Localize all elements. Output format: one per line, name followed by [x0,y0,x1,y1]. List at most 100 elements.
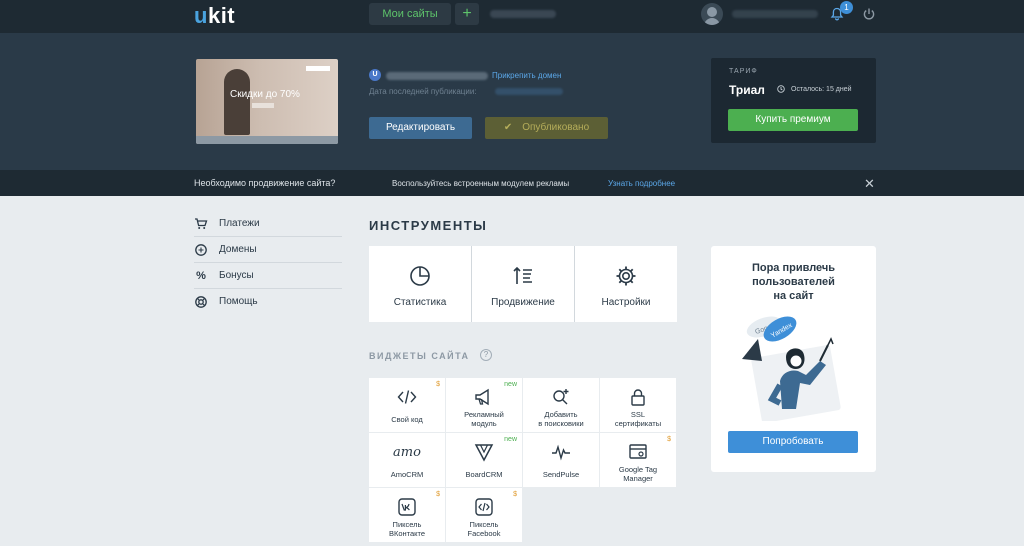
megaphone-icon [475,388,489,406]
widget-ad-module[interactable]: new Рекламный модуль [446,378,522,432]
site-icon: U [369,69,381,81]
domain-icon [195,244,207,256]
sidebar-item-label: Помощь [219,296,258,307]
percent-icon: % [196,270,206,282]
sidebar-item-help[interactable]: Помощь [194,289,342,315]
attach-domain-link[interactable]: Прикрепить домен [492,71,561,80]
try-button[interactable]: Попробовать [728,431,858,453]
promo-card: Пора привлечьпользователейна сайт Google… [711,246,876,472]
lock-icon [631,389,645,406]
sidebar-item-domains[interactable]: Домены [194,237,342,263]
buy-premium-button[interactable]: Купить премиум [728,109,858,131]
sidebar-item-label: Платежи [219,218,260,229]
promotion-suggestion: Воспользуйтесь встроенным модулем реклам… [392,179,570,188]
browser-icon [629,444,647,459]
vk-icon [398,498,416,516]
widget-search-engines[interactable]: Добавить в поисковики [523,378,599,432]
last-published-label: Дата последней публикации: [369,87,477,96]
widget-amocrm[interactable]: amo AmoCRM [369,433,445,487]
widget-label: Google Tag Manager [618,465,658,483]
sidebar-item-payments[interactable]: Платежи [194,211,342,237]
tools-heading: ИНСТРУМЕНТЫ [369,218,488,233]
gear-icon [616,266,636,286]
new-tag: new [504,436,517,443]
paid-tag: $ [436,381,440,388]
my-sites-button[interactable]: Мои сайты [369,3,451,25]
avatar[interactable] [701,3,723,25]
days-remaining: Осталось: 15 дней [791,86,852,93]
pie-chart-icon [410,266,430,286]
blurred-domain [386,72,488,80]
cart-icon [195,218,208,229]
amocrm-logo: amo [393,445,421,460]
sidebar-item-bonuses[interactable]: % Бонусы [194,263,342,289]
tariff-plan: Триал [729,83,765,97]
new-tag: new [504,381,517,388]
tool-label: Статистика [393,297,447,308]
close-icon[interactable]: ✕ [864,176,875,192]
widget-label: Свой код [391,415,423,424]
widget-ssl[interactable]: SSL сертификаты [600,378,676,432]
promotion-question: Необходимо продвижение сайта? [194,178,336,188]
help-icon[interactable]: ? [480,349,492,361]
code-box-icon [475,498,493,516]
preview-gallery-strip [196,136,338,144]
widget-facebook-pixel[interactable]: $ Пиксель Facebook [446,488,522,542]
published-button[interactable]: ✔ Опубликовано [485,117,608,139]
paid-tag: $ [667,436,671,443]
widget-boardcrm[interactable]: new BoardCRM [446,433,522,487]
tool-label: Продвижение [491,297,555,308]
widget-sendpulse[interactable]: SendPulse [523,433,599,487]
widget-label: BoardCRM [465,470,503,479]
sidebar-item-label: Домены [219,244,257,255]
top-bar: ukit Мои сайты + 1 [0,0,1024,33]
add-site-button[interactable]: + [455,3,479,25]
site-preview-thumbnail[interactable]: Скидки до 70% [196,59,338,144]
blurred-publish-date [495,88,563,95]
widget-label: Пиксель Facebook [467,520,501,538]
sort-icon [513,266,532,284]
boardcrm-icon [474,444,494,462]
paid-tag: $ [513,491,517,498]
tool-promotion[interactable]: Продвижение [472,246,574,322]
preview-button [252,103,274,108]
widget-custom-code[interactable]: $ Свой код [369,378,445,432]
code-icon [397,390,417,404]
promo-illustration: Google Yandex [742,316,841,421]
pulse-icon [552,444,570,461]
widget-label: Пиксель ВКонтакте [388,520,426,538]
promotion-bar: Необходимо продвижение сайта? Воспользуй… [0,170,1024,196]
widget-google-tag-manager[interactable]: $ Google Tag Manager [600,433,676,487]
ukit-logo[interactable]: ukit [194,3,235,29]
lifebuoy-icon [195,296,207,308]
tool-statistics[interactable]: Статистика [369,246,471,322]
tariff-panel: ТАРИФ Триал Осталось: 15 дней Купить пре… [711,58,876,143]
paid-tag: $ [436,491,440,498]
power-icon[interactable] [862,7,876,21]
widget-label: SSL сертификаты [614,410,662,428]
preview-sale-text: Скидки до 70% [230,89,300,100]
tools-grid: Статистика Продвижение Настройки [369,246,677,322]
sidebar-item-label: Бонусы [219,270,254,281]
promo-card-title: Пора привлечь пользователей на сайт [751,262,836,302]
blurred-site-name [490,10,556,18]
widget-label: Рекламный модуль [464,410,504,428]
widgets-heading: ВИДЖЕТЫ САЙТА [369,351,470,361]
widget-label: SendPulse [542,470,580,479]
edit-button[interactable]: Редактировать [369,117,472,139]
check-icon: ✔ [503,122,513,133]
search-add-icon [553,389,569,405]
preview-figure [224,69,250,135]
widget-label: AmoCRM [390,470,424,479]
widget-label: Добавить в поисковики [538,410,584,428]
widget-vk-pixel[interactable]: $ Пиксель ВКонтакте [369,488,445,542]
sidebar: Платежи Домены % Бонусы Помощь [194,211,342,315]
blurred-user-name [732,10,818,18]
tool-label: Настройки [601,297,651,308]
preview-nav [306,66,330,71]
notification-badge: 1 [840,1,853,14]
clock-icon [777,85,785,93]
tariff-label: ТАРИФ [729,68,758,75]
learn-more-link[interactable]: Узнать подробнее [608,179,675,188]
tool-settings[interactable]: Настройки [575,246,677,322]
